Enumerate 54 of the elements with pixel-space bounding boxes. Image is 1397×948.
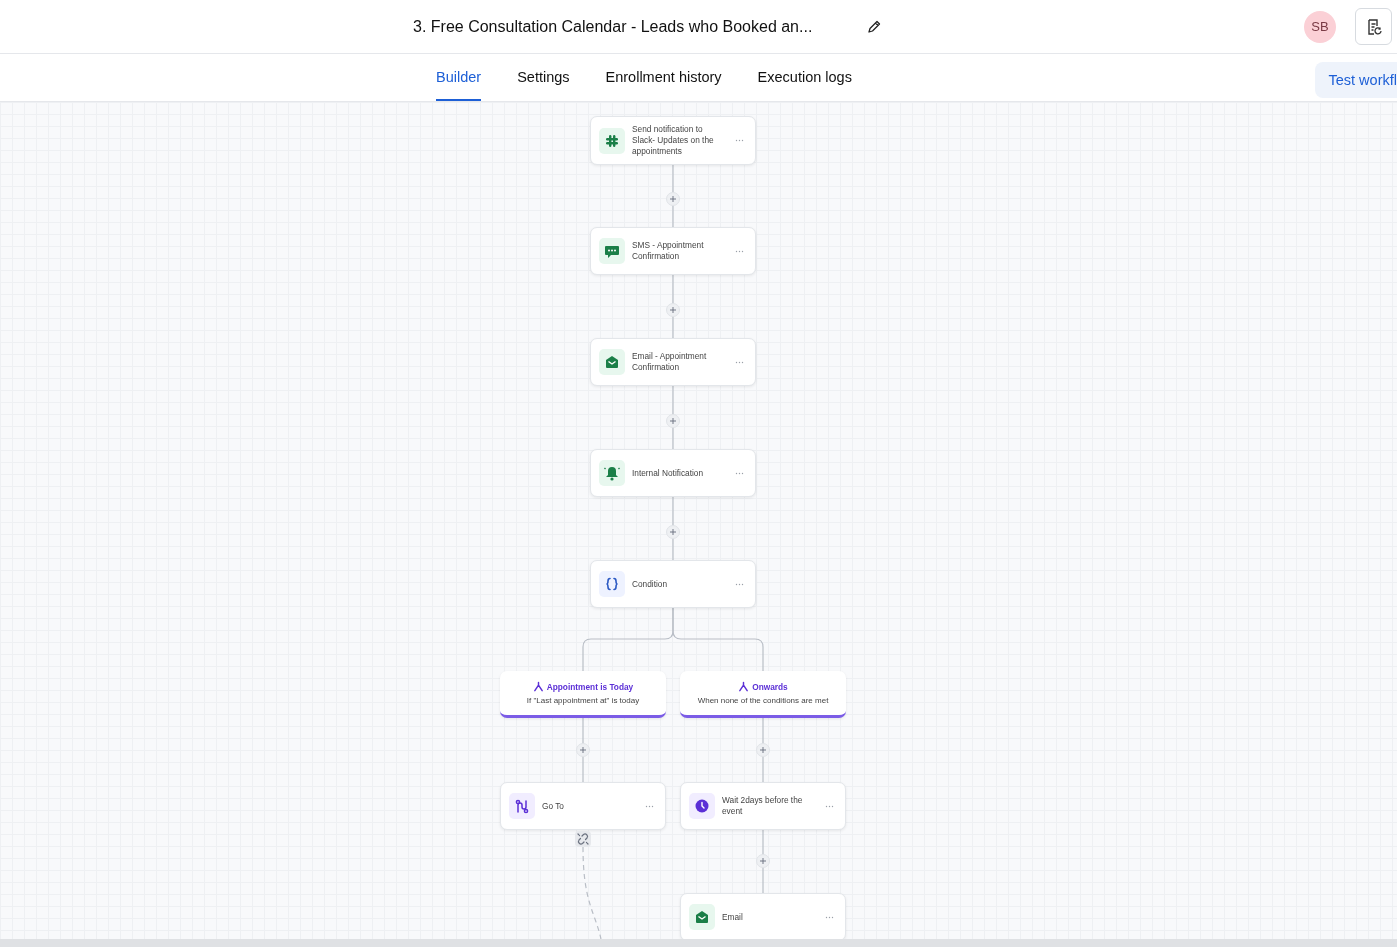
branch-description: If "Last appointment at" is today xyxy=(526,696,640,705)
clock-icon xyxy=(689,793,715,819)
connector-line xyxy=(672,496,674,561)
add-step-button[interactable] xyxy=(666,524,680,539)
connector-line xyxy=(672,385,674,450)
step-card[interactable]: Wait 2days before the event xyxy=(680,782,846,830)
add-step-button[interactable] xyxy=(666,302,680,317)
tab[interactable]: Enrollment history xyxy=(605,54,722,101)
route-icon xyxy=(509,793,535,819)
connector-line xyxy=(672,274,674,339)
step-label: Internal Notification xyxy=(632,467,705,479)
step-card[interactable]: Go To xyxy=(500,782,666,830)
step-card[interactable]: SMS - Appointment Confirmation xyxy=(590,227,756,275)
step-label: Send notification to Slack- Updates on the appointments xyxy=(632,124,715,157)
branch-title: Appointment is Today xyxy=(546,681,634,692)
broken-link-icon[interactable] xyxy=(575,831,591,847)
branch-card[interactable]: Appointment is Today If "Last appointment at" is today xyxy=(500,671,666,718)
tab[interactable]: Settings xyxy=(517,54,570,101)
connector-line xyxy=(672,163,674,228)
pencil-icon[interactable] xyxy=(866,18,882,35)
test-workflow-button[interactable]: Test workfl xyxy=(1314,61,1397,98)
step-label: Wait 2days before the event xyxy=(722,795,804,817)
tab[interactable]: Execution logs xyxy=(757,54,852,101)
add-step-button[interactable] xyxy=(756,854,770,868)
fork-icon xyxy=(738,681,750,692)
envelope-icon xyxy=(599,349,625,375)
step-label: Email xyxy=(722,911,744,923)
step-card[interactable]: Email - Appointment Confirmation xyxy=(590,338,756,386)
step-label: Go To xyxy=(542,800,565,812)
notes-button[interactable] xyxy=(1355,8,1392,45)
step-card[interactable]: Send notification to Slack- Updates on the appointments xyxy=(590,116,756,165)
branch-card[interactable]: Onwards When none of the conditions are met xyxy=(680,671,846,718)
connector-line xyxy=(762,829,764,894)
step-label: Email - Appointment Confirmation xyxy=(632,351,708,373)
braces-icon xyxy=(599,571,625,597)
scrollbar[interactable] xyxy=(0,939,1397,947)
branch-title: Onwards xyxy=(752,681,788,692)
envelope-icon xyxy=(689,904,715,930)
workflow-title: 3. Free Consultation Calendar - Leads who Booked an... xyxy=(413,17,814,36)
add-step-button[interactable] xyxy=(666,413,680,428)
bell-icon xyxy=(599,460,625,486)
step-label: Condition xyxy=(632,578,669,590)
add-step-button[interactable] xyxy=(666,191,680,206)
branch-description: When none of the conditions are met xyxy=(697,696,829,705)
step-label: SMS - Appointment Confirmation xyxy=(632,240,705,262)
step-card[interactable]: Internal Notification xyxy=(590,449,756,497)
step-card[interactable]: Condition xyxy=(590,560,756,608)
add-step-button[interactable] xyxy=(576,743,590,757)
fork-icon xyxy=(532,681,544,692)
step-card[interactable]: Email xyxy=(680,893,846,939)
chat-icon xyxy=(599,238,625,264)
user-avatar[interactable]: SB xyxy=(1304,10,1336,43)
add-step-button[interactable] xyxy=(756,743,770,757)
hashtag-icon xyxy=(599,127,625,154)
